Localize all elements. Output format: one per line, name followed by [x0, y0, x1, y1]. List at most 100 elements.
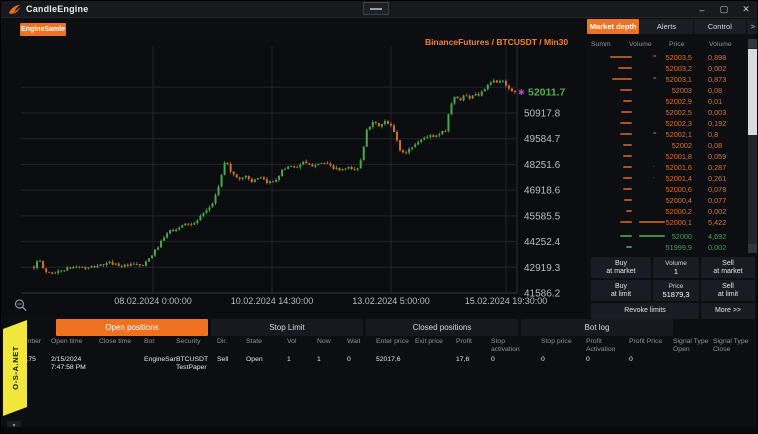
- candlestick-chart[interactable]: 50917.849584.748251.646918.645585.544252…: [1, 41, 586, 317]
- ask-price: 52001,6: [666, 162, 692, 173]
- orderbook-col-volume: Volume: [629, 41, 652, 48]
- scroll-down-icon[interactable]: [748, 244, 757, 253]
- candle-body: [178, 228, 180, 230]
- candle-body: [423, 138, 425, 140]
- volume-value[interactable]: 1: [674, 268, 678, 276]
- ask-price: 52002,5: [666, 107, 692, 118]
- cell: 52017,6: [376, 356, 415, 372]
- orderbook-row[interactable]: 520004,692: [587, 231, 747, 242]
- col-header: Stop price: [541, 338, 586, 354]
- close-icon[interactable]: ✕: [735, 1, 757, 18]
- sell-at-market-button[interactable]: Sell at market: [701, 257, 755, 278]
- candle-body: [360, 160, 362, 168]
- orderbook-row[interactable]: 520030,08: [587, 85, 747, 96]
- col-header: Enter price: [376, 338, 415, 354]
- minimize-icon[interactable]: –: [691, 1, 713, 18]
- chart-zoom-tool-icon[interactable]: [13, 298, 29, 312]
- scrollbar-thumb[interactable]: [748, 49, 757, 135]
- candle-body: [218, 187, 220, 195]
- candle-body: [87, 267, 89, 268]
- ask-volume: 0,003: [708, 107, 726, 118]
- cell: 1: [287, 356, 317, 372]
- candle-body: [354, 169, 356, 170]
- buy-at-limit-button[interactable]: Buy at limit: [591, 280, 651, 301]
- candle-body: [460, 98, 462, 100]
- summ-volume-bar: [623, 177, 632, 179]
- orderbook-row[interactable]: 51999,90,002: [587, 242, 747, 253]
- revoke-limits-button[interactable]: Revoke limits: [591, 303, 699, 319]
- volume-field[interactable]: Volume 1: [653, 257, 699, 278]
- volume-bar: [639, 221, 665, 223]
- candle-body: [272, 181, 274, 182]
- candle-body: [429, 135, 431, 137]
- right-panel-tabs: Market depthAlertsControl>: [587, 19, 758, 34]
- col-header: Profit Activation: [586, 338, 629, 354]
- orderbook-row[interactable]: 52002,30,192: [587, 118, 747, 129]
- candle-body: [103, 264, 105, 265]
- candle-body: [136, 264, 138, 265]
- candle-body: [417, 142, 419, 145]
- orderbook-row[interactable]: ·52001,40,261: [587, 173, 747, 184]
- orderbook-row[interactable]: 52002,90,01: [587, 96, 747, 107]
- orderbook-row[interactable]: 52003,20,002: [587, 63, 747, 74]
- engine-sample-button[interactable]: EngineSamle: [20, 23, 66, 36]
- candle-body: [447, 114, 449, 131]
- orderbook-row[interactable]: =52002,10,8: [587, 129, 747, 140]
- x-axis-label: 10.02.2024 14:30:00: [231, 296, 314, 306]
- tab-stop-limit[interactable]: Stop Limit: [211, 319, 363, 336]
- scroll-up-icon[interactable]: [748, 39, 757, 48]
- candle-body: [281, 170, 283, 176]
- col-header: Dir.: [217, 338, 246, 354]
- tab-closed-positions[interactable]: Closed positions: [366, 319, 518, 336]
- candle-body: [414, 144, 416, 147]
- orderbook-row[interactable]: 52000,40,077: [587, 195, 747, 206]
- orderbook-row[interactable]: ·52001,60,287: [587, 162, 747, 173]
- cell: [673, 356, 713, 372]
- candle-body: [435, 135, 437, 137]
- orderbook-scrollbar[interactable]: [748, 39, 757, 253]
- candle-body: [254, 180, 256, 182]
- orderbook-row[interactable]: =52003,10,873: [587, 74, 747, 85]
- positions-table-body: 121752/15/2024 7:47:58 PMEngineSarBTCUSD…: [17, 356, 753, 372]
- chart-canvas[interactable]: BinanceFutures / BTCUSDT / Min30 50917.8…: [1, 41, 586, 317]
- orderbook-row[interactable]: 52000,15,422: [587, 217, 747, 228]
- orderbook-row[interactable]: 52000,20,002: [587, 206, 747, 217]
- tab-bot-log[interactable]: Bot log: [521, 319, 673, 336]
- orderbook-row[interactable]: 52000,60,078: [587, 184, 747, 195]
- maximize-icon[interactable]: ▢: [713, 1, 735, 18]
- panel-collapse-handle[interactable]: [363, 2, 389, 15]
- tab-market-depth[interactable]: Market depth: [587, 19, 639, 34]
- candle-body: [402, 150, 404, 152]
- col-header: Security: [176, 338, 217, 354]
- cell: 0: [586, 356, 629, 372]
- cell: BTCUSDT TestPaper: [176, 356, 217, 372]
- summ-volume-bar: [620, 133, 632, 135]
- candle-body: [151, 256, 153, 259]
- sell-at-limit-button[interactable]: Sell at limit: [701, 280, 755, 301]
- summ-volume-bar: [623, 166, 632, 168]
- candle-body: [323, 163, 325, 164]
- position-row[interactable]: 121752/15/2024 7:47:58 PMEngineSarBTCUSD…: [17, 356, 753, 372]
- candle-body: [236, 174, 238, 177]
- ask-volume: 0,287: [708, 162, 726, 173]
- price-value[interactable]: 51879,3: [662, 291, 689, 299]
- orderbook-row[interactable]: 520020,08: [587, 140, 747, 151]
- candle-body: [478, 94, 480, 95]
- tabs-overflow-button[interactable]: >: [747, 19, 758, 34]
- candle-body: [357, 168, 359, 169]
- orderbook-row[interactable]: 52001,80,059: [587, 151, 747, 162]
- candle-body: [106, 263, 108, 265]
- y-axis-label: 42919.3: [524, 263, 561, 274]
- tab-alerts[interactable]: Alerts: [640, 19, 692, 34]
- tab-open-positions[interactable]: Open positions: [56, 319, 208, 336]
- candle-body: [245, 176, 247, 178]
- candle-body: [493, 81, 495, 83]
- tab-control[interactable]: Control: [694, 19, 746, 34]
- price-field[interactable]: Price 51879,3: [653, 280, 699, 301]
- buy-at-market-button[interactable]: Buy at market: [591, 257, 651, 278]
- more-button[interactable]: More >>: [701, 303, 755, 319]
- cell: 2/15/2024 7:47:58 PM: [51, 356, 99, 372]
- orderbook-row[interactable]: =52003,50,898: [587, 52, 747, 63]
- candle-body: [496, 81, 498, 83]
- orderbook-row[interactable]: 52002,5 0,003: [587, 107, 747, 118]
